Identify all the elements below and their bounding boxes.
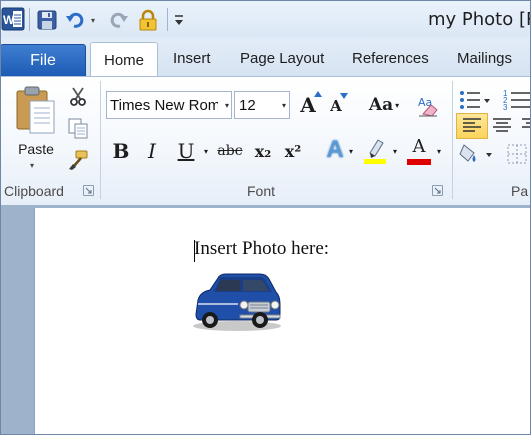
- superscript-button[interactable]: x²: [280, 137, 306, 165]
- bullets-icon: [460, 91, 490, 109]
- format-painter-button[interactable]: [67, 149, 89, 171]
- italic-button[interactable]: I: [140, 137, 164, 165]
- car-image[interactable]: [190, 270, 284, 332]
- customize-qat-button[interactable]: [172, 7, 186, 33]
- document-text[interactable]: Insert Photo here:: [194, 238, 329, 260]
- text-effects-button[interactable]: A: [322, 135, 348, 165]
- ribbon-home: Paste ▾ Clipboard Times New Rom ▾ 12 ▾ A…: [0, 76, 531, 206]
- qat-separator: [29, 8, 30, 31]
- tab-insert[interactable]: Insert: [173, 50, 211, 67]
- ribbon-tabs: File Home Insert Page Layout References …: [0, 38, 531, 77]
- change-case-button[interactable]: Aa ▾: [364, 91, 404, 119]
- font-dialog-launcher[interactable]: [432, 185, 443, 196]
- shrink-arrow-icon: [340, 93, 348, 99]
- paragraph-group-label: Pa: [511, 183, 529, 199]
- align-right-icon: [522, 118, 531, 128]
- font-size-value: 12: [239, 97, 256, 114]
- group-separator: [452, 81, 453, 199]
- text-effects-dropdown[interactable]: ▾: [346, 137, 356, 165]
- grow-arrow-icon: [314, 91, 322, 97]
- tab-mailings[interactable]: Mailings: [457, 50, 512, 67]
- grow-font-button[interactable]: A: [296, 91, 322, 119]
- paste-button[interactable]: Paste ▾: [10, 81, 62, 170]
- shrink-font-glyph: A: [330, 97, 342, 115]
- strikethrough-button[interactable]: abc: [216, 137, 244, 165]
- dialog-launcher-icon: [85, 187, 92, 194]
- clipboard-group-label: Clipboard: [4, 183, 64, 199]
- font-name-dropdown[interactable]: ▾: [225, 101, 229, 110]
- align-left-button[interactable]: [456, 113, 488, 139]
- clipboard-dialog-launcher[interactable]: [83, 185, 94, 196]
- font-group-label: Font: [247, 183, 276, 199]
- numbering-icon: 1 2 3: [503, 89, 531, 112]
- font-name-combo[interactable]: Times New Rom ▾: [106, 91, 232, 119]
- tab-file[interactable]: File: [0, 44, 86, 77]
- align-center-button[interactable]: [488, 113, 516, 139]
- bullets-button[interactable]: [458, 87, 490, 113]
- copy-button[interactable]: [67, 117, 89, 139]
- highlight-dropdown[interactable]: ▾: [390, 137, 400, 165]
- qat-separator: [167, 8, 168, 31]
- paste-dropdown[interactable]: ▾: [30, 161, 34, 170]
- font-color-button[interactable]: A: [406, 135, 432, 165]
- group-separator: [100, 81, 101, 199]
- text-cursor: [194, 240, 195, 262]
- undo-dropdown[interactable]: ▾: [88, 7, 98, 33]
- cut-icon: [70, 87, 86, 106]
- format-painter-icon: [69, 150, 88, 170]
- redo-icon: [110, 12, 128, 28]
- dialog-launcher-icon: [434, 187, 441, 194]
- font-color-glyph: A: [412, 136, 426, 157]
- shading-icon: [459, 144, 492, 162]
- title-bar: W ▾ my Photo [: [0, 0, 531, 39]
- lock-button[interactable]: [136, 7, 160, 33]
- undo-button[interactable]: [64, 7, 86, 33]
- tab-references[interactable]: References: [352, 50, 429, 67]
- tab-page-layout[interactable]: Page Layout: [240, 50, 324, 67]
- undo-icon: [66, 12, 84, 28]
- font-size-combo[interactable]: 12 ▾: [234, 91, 290, 119]
- redo-button[interactable]: [108, 7, 130, 33]
- underline-button[interactable]: U: [172, 137, 200, 165]
- paste-label: Paste: [18, 141, 54, 157]
- shading-button[interactable]: [458, 141, 496, 167]
- word-icon[interactable]: W: [1, 7, 25, 31]
- cut-button[interactable]: [67, 87, 89, 107]
- save-button[interactable]: [35, 7, 59, 33]
- border-icon: [507, 144, 527, 164]
- align-center-icon: [493, 118, 511, 132]
- copy-icon: [68, 118, 88, 139]
- clear-formatting-button[interactable]: Aa: [414, 91, 442, 119]
- font-name-value: Times New Rom: [110, 97, 218, 114]
- window-title: my Photo [Re: [428, 9, 531, 30]
- tab-home[interactable]: Home: [90, 42, 158, 77]
- shrink-font-button[interactable]: A: [324, 93, 348, 119]
- save-icon: [37, 10, 57, 30]
- bold-button[interactable]: B: [108, 137, 134, 165]
- subscript-button[interactable]: x₂: [250, 137, 276, 165]
- lock-icon: [139, 9, 157, 31]
- clear-formatting-icon: Aa: [418, 96, 438, 117]
- highlighter-icon: [364, 139, 386, 164]
- svg-text:3: 3: [503, 103, 508, 112]
- font-size-dropdown[interactable]: ▾: [282, 101, 286, 110]
- borders-button[interactable]: [504, 141, 531, 167]
- font-color-swatch: [407, 159, 431, 165]
- customize-icon: [175, 15, 183, 25]
- align-right-button[interactable]: [518, 113, 531, 139]
- highlight-color-swatch: [364, 159, 386, 164]
- numbering-button[interactable]: 1 2 3: [502, 87, 531, 113]
- change-case-glyph: Aa: [368, 95, 394, 115]
- underline-dropdown[interactable]: ▾: [201, 137, 211, 165]
- svg-text:W: W: [3, 13, 15, 27]
- font-color-dropdown[interactable]: ▾: [434, 137, 444, 165]
- change-case-dropdown: ▾: [395, 100, 400, 110]
- paste-icon: [16, 86, 55, 134]
- highlight-button[interactable]: [362, 135, 388, 165]
- align-left-icon: [463, 118, 481, 132]
